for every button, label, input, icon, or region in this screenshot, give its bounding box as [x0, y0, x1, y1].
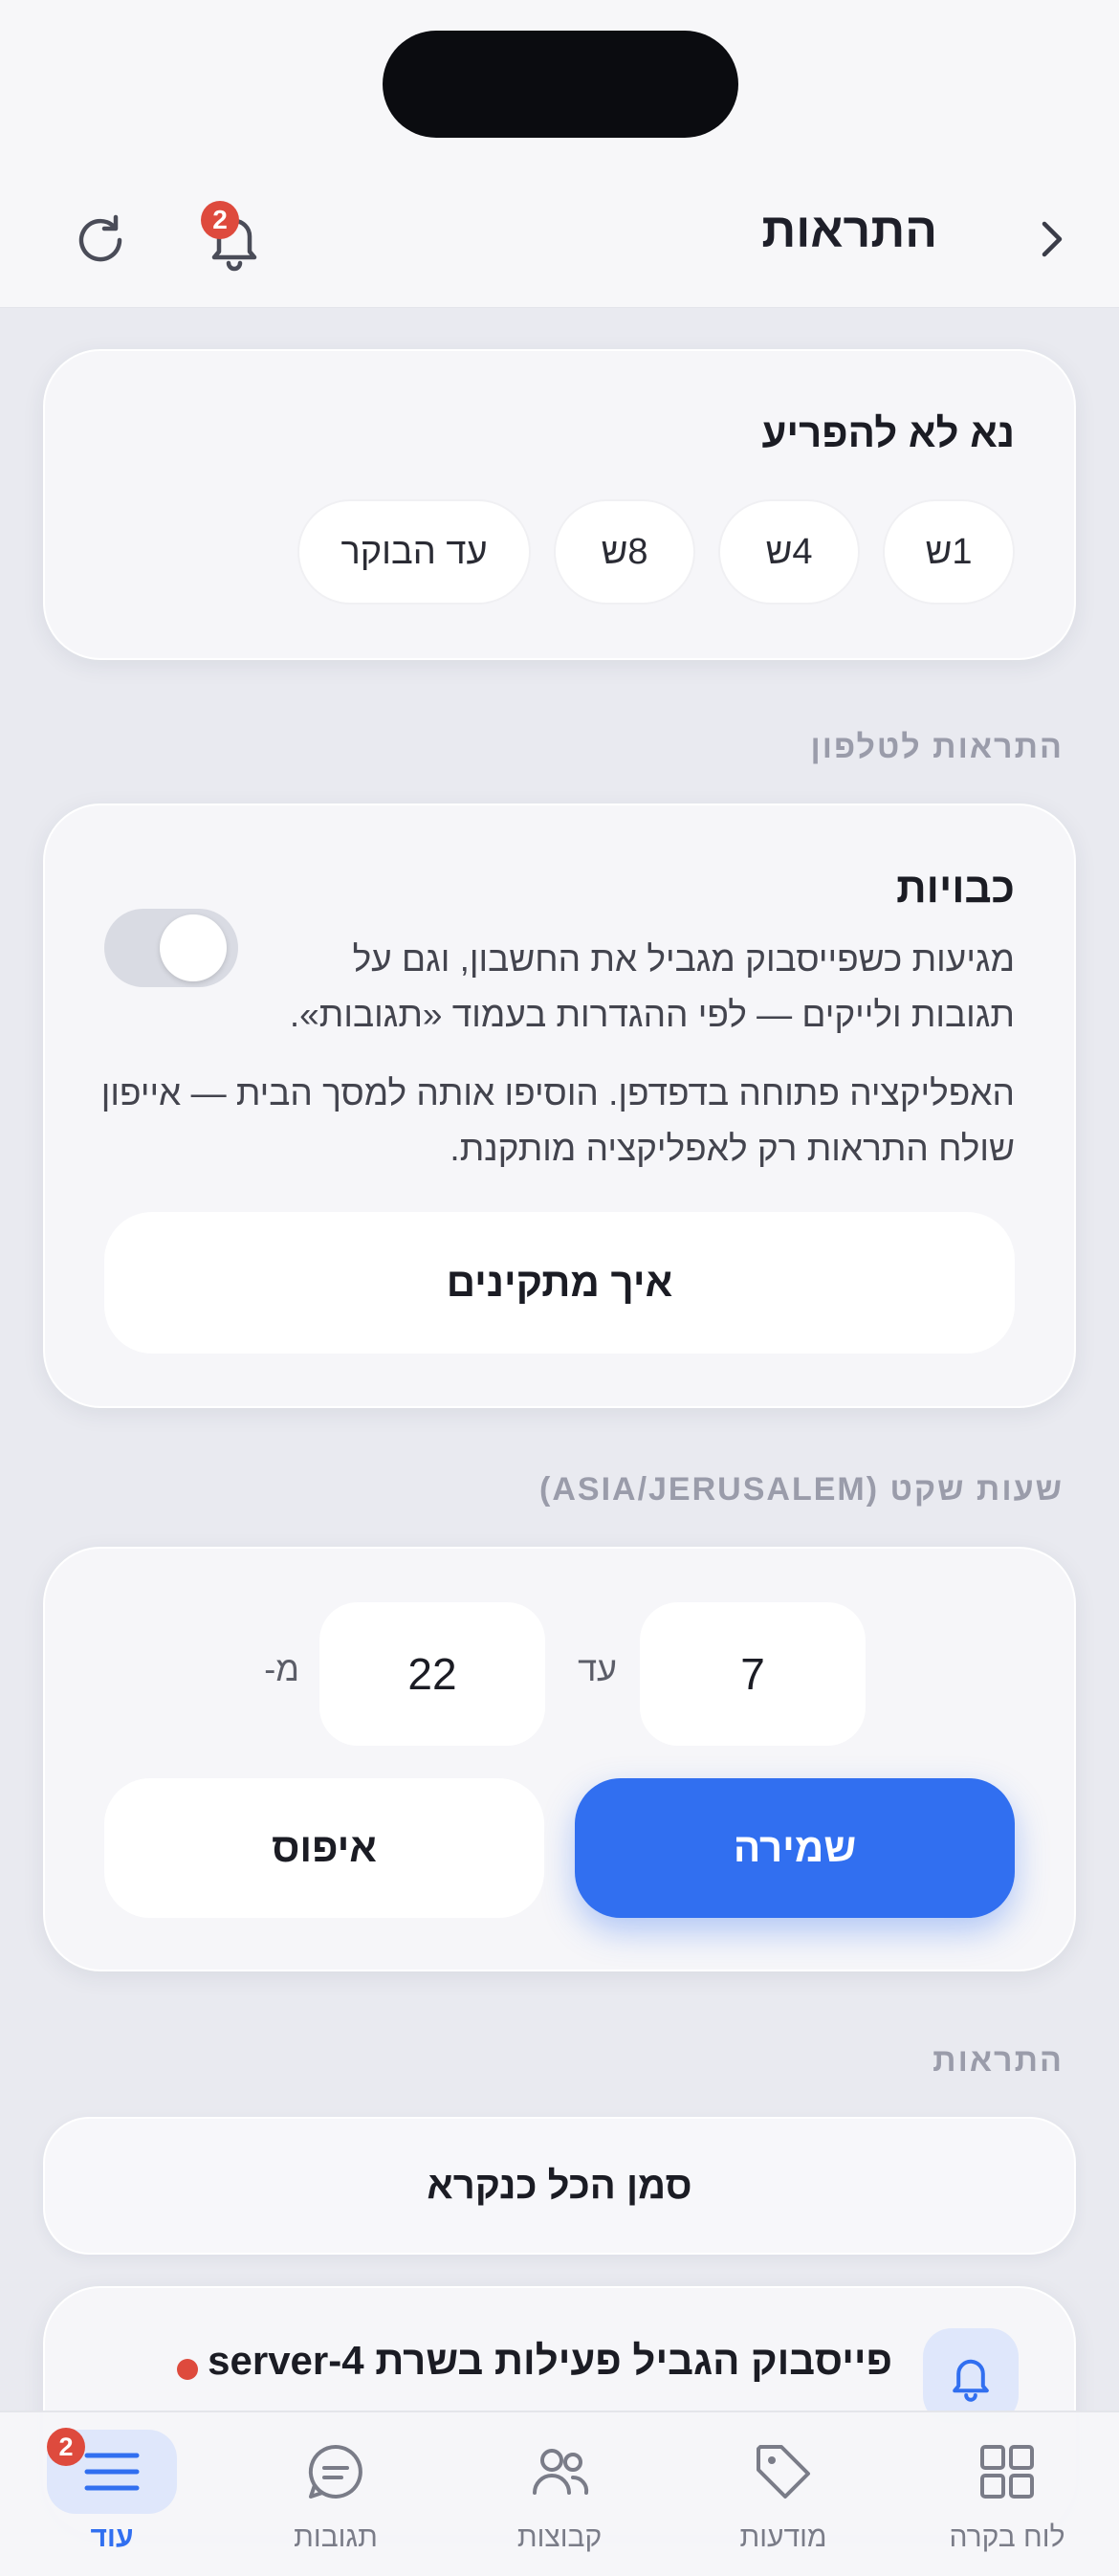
quiet-hours-card: 7 עד 22 מ- שמירה איפוס — [43, 1547, 1076, 1971]
mark-all-read-button[interactable]: סמן הכל כנקרא — [43, 2117, 1076, 2255]
users-icon — [533, 2449, 589, 2495]
nav-label: קבוצות — [516, 2521, 603, 2553]
dnd-chip-1h[interactable]: 1ש — [883, 499, 1015, 605]
back-button[interactable] — [1021, 209, 1083, 270]
reset-button[interactable]: איפוס — [104, 1778, 544, 1918]
notification-type-icon — [923, 2328, 1019, 2424]
notification-count-badge: 2 — [201, 201, 239, 239]
save-button[interactable]: שמירה — [575, 1778, 1015, 1918]
tag-icon — [757, 2445, 810, 2499]
how-to-install-button[interactable]: איך מתקינים — [104, 1212, 1015, 1354]
push-notifications-card: כבויות מגיעות כשפייסבוק מגביל את החשבון,… — [43, 804, 1076, 1408]
dashboard-icon — [980, 2445, 1034, 2499]
nav-item-groups[interactable]: קבוצות — [448, 2412, 671, 2576]
quiet-from-input[interactable]: 22 — [319, 1602, 545, 1746]
status-bar — [0, 0, 1119, 172]
nav-item-comments[interactable]: תגובות — [224, 2412, 448, 2576]
to-label: עד — [578, 1649, 617, 1688]
page-title: התראות — [761, 204, 937, 257]
refresh-button[interactable] — [67, 207, 134, 274]
dnd-chip-8h[interactable]: 8ש — [554, 499, 695, 605]
chevron-right-icon — [1042, 221, 1063, 257]
install-note: האפליקציה פתוחה בדפדפן. הוסיפו אותה למסך… — [100, 1073, 1015, 1168]
push-description: מגיעות כשפייסבוק מגביל את החשבון, וגם על… — [289, 939, 1015, 1034]
push-toggle[interactable] — [104, 909, 238, 987]
section-label-phone-notifications: התראות לטלפון — [810, 729, 1064, 765]
nav-label: מודעות — [739, 2521, 827, 2553]
bell-icon — [953, 2359, 989, 2402]
quiet-to-input[interactable]: 7 — [640, 1602, 866, 1746]
notification-title: פייסבוק הגביל פעילות בשרת server-4 — [208, 2338, 892, 2383]
notifications-bell-button[interactable]: 2 — [201, 201, 268, 277]
nav-label: תגובות — [294, 2521, 378, 2553]
bottom-navigation: לוח בקרה מודעות קבוצות תגובות 2 עוד — [0, 2411, 1119, 2576]
from-label: מ- — [264, 1649, 299, 1688]
nav-icon-wrap — [718, 2430, 848, 2514]
section-label-quiet-hours: שעות שקט (ASIA/JERUSALEM) — [539, 1471, 1064, 1508]
dnd-chip-4h[interactable]: 4ש — [718, 499, 860, 605]
dnd-chip-until-morning[interactable]: עד הבוקר — [297, 499, 531, 605]
dnd-title: נא לא להפריע — [761, 410, 1015, 455]
dynamic-island — [383, 31, 738, 138]
app-header: התראות 2 — [0, 172, 1119, 308]
refresh-icon — [78, 214, 122, 262]
nav-icon-wrap — [494, 2430, 625, 2514]
dnd-chip-group: 1ש 4ש 8ש עד הבוקר — [297, 499, 1015, 605]
nav-icon-wrap: 2 — [47, 2428, 177, 2514]
nav-label: עוד — [90, 2521, 134, 2553]
more-badge: 2 — [47, 2428, 85, 2466]
unread-dot — [177, 2359, 198, 2380]
nav-item-dashboard[interactable]: לוח בקרה — [895, 2412, 1119, 2576]
nav-icon-wrap — [942, 2430, 1072, 2514]
nav-item-more[interactable]: 2 עוד — [0, 2412, 224, 2576]
section-label-notifications: התראות — [932, 2042, 1064, 2079]
menu-icon — [84, 2453, 140, 2491]
nav-icon-wrap — [271, 2430, 401, 2514]
nav-label: לוח בקרה — [949, 2521, 1065, 2553]
push-status-title: כבויות — [896, 865, 1015, 912]
toggle-knob — [160, 914, 227, 981]
nav-item-ads[interactable]: מודעות — [671, 2412, 895, 2576]
chat-icon — [308, 2444, 362, 2499]
dnd-card: נא לא להפריע 1ש 4ש 8ש עד הבוקר — [43, 349, 1076, 660]
